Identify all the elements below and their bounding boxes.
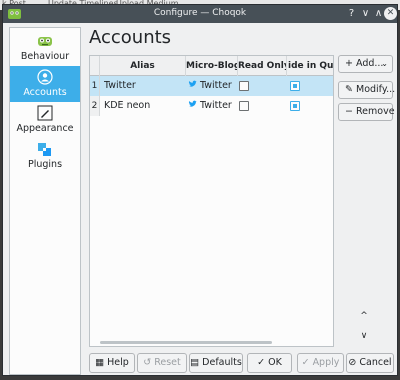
reset-icon: ↺: [143, 357, 152, 368]
help-icon[interactable]: ?: [345, 7, 358, 20]
accounts-icon: [37, 69, 53, 85]
cancel-button-label: Cancel: [359, 357, 392, 368]
minus-icon: −: [345, 106, 353, 117]
accounts-table: Alias Micro-Blog Read Only ide in Quick …: [89, 55, 334, 347]
add-button-label: Add...: [356, 58, 384, 69]
plus-icon: +: [345, 58, 353, 69]
close-icon[interactable]: ✕: [384, 7, 397, 20]
sidebar: Behaviour Accounts Appearance Plugins: [9, 27, 81, 375]
column-header-hide-in-quick[interactable]: ide in Quick: [287, 56, 333, 76]
read-only-checkbox[interactable]: [239, 101, 249, 111]
modify-button[interactable]: ✎ Modify...: [338, 81, 396, 99]
sidebar-item-label: Accounts: [23, 87, 67, 98]
appearance-icon: [37, 105, 53, 121]
alias-cell: KDE neon: [104, 100, 151, 111]
sidebar-item-behaviour[interactable]: Behaviour: [10, 30, 80, 66]
check-icon: ✓: [257, 357, 266, 368]
hide-in-quick-checkbox[interactable]: [290, 81, 300, 91]
defaults-button[interactable]: ▤ Defaults: [189, 353, 243, 373]
apply-button-label: Apply: [312, 357, 340, 368]
twitter-icon: [188, 100, 197, 107]
page-title: Accounts: [89, 27, 172, 48]
ok-button-label: OK: [268, 357, 282, 368]
sidebar-item-accounts[interactable]: Accounts: [10, 66, 80, 102]
column-header-alias[interactable]: Alias: [100, 56, 186, 76]
defaults-icon: ▤: [190, 357, 200, 368]
move-up-icon[interactable]: ^: [358, 311, 370, 321]
edit-icon: ✎: [345, 84, 353, 95]
help-button-label: Help: [107, 357, 129, 368]
defaults-button-label: Defaults: [202, 357, 242, 368]
apply-check-icon: ✓: [301, 357, 310, 368]
micro-blog-cell: Twitter: [188, 96, 232, 116]
row-number: 1: [90, 76, 100, 96]
remove-button-label: Remove: [356, 106, 395, 117]
sidebar-item-label: Plugins: [27, 159, 63, 170]
horizontal-scrollbar[interactable]: [100, 341, 272, 344]
sidebar-item-label: Behaviour: [20, 51, 70, 62]
behaviour-icon: [38, 37, 52, 46]
titlebar[interactable]: Configure — Choqok ? ∨ ∧ ✕: [3, 5, 397, 23]
window-title: Configure — Choqok: [153, 8, 247, 18]
sidebar-item-plugins[interactable]: Plugins: [10, 138, 80, 174]
ok-button[interactable]: ✓ OK: [247, 353, 292, 373]
micro-blog-label: Twitter: [200, 80, 232, 91]
column-header-read-only[interactable]: Read Only: [238, 56, 287, 76]
cancel-icon: ⊘: [348, 357, 357, 368]
table-row[interactable]: 1 Twitter Twitter: [90, 76, 333, 96]
sidebar-item-label: Appearance: [16, 123, 74, 134]
remove-button[interactable]: − Remove: [338, 103, 395, 121]
add-button[interactable]: + Add... ⌄: [338, 55, 393, 73]
chevron-down-icon: ⌄: [381, 59, 388, 68]
table-row[interactable]: 2 KDE neon Twitter: [90, 96, 333, 116]
help-book-icon: ▦: [95, 357, 105, 368]
move-down-icon[interactable]: ∨: [358, 331, 370, 341]
read-only-checkbox[interactable]: [239, 81, 249, 91]
help-button[interactable]: ▦ Help: [89, 353, 135, 373]
twitter-icon: [188, 80, 197, 87]
configure-dialog: Configure — Choqok ? ∨ ∧ ✕ Behaviour Acc…: [2, 4, 398, 376]
sidebar-item-appearance[interactable]: Appearance: [10, 102, 80, 138]
cancel-button[interactable]: ⊘ Cancel: [346, 353, 394, 373]
apply-button[interactable]: ✓ Apply: [297, 353, 344, 373]
column-header-micro-blog[interactable]: Micro-Blog: [186, 56, 238, 76]
table-header: Alias Micro-Blog Read Only ide in Quick: [90, 56, 333, 76]
micro-blog-label: Twitter: [200, 100, 232, 111]
alias-cell: Twitter: [104, 80, 136, 91]
row-number: 2: [90, 96, 100, 116]
modify-button-label: Modify...: [356, 84, 396, 95]
micro-blog-cell: Twitter: [188, 76, 232, 96]
row-number-header: [90, 56, 100, 76]
reset-button-label: Reset: [154, 357, 181, 368]
hide-in-quick-checkbox[interactable]: [290, 101, 300, 111]
minimize-icon[interactable]: ∨: [359, 7, 372, 20]
plugins-icon: [38, 143, 51, 156]
reset-button[interactable]: ↺ Reset: [137, 353, 187, 373]
